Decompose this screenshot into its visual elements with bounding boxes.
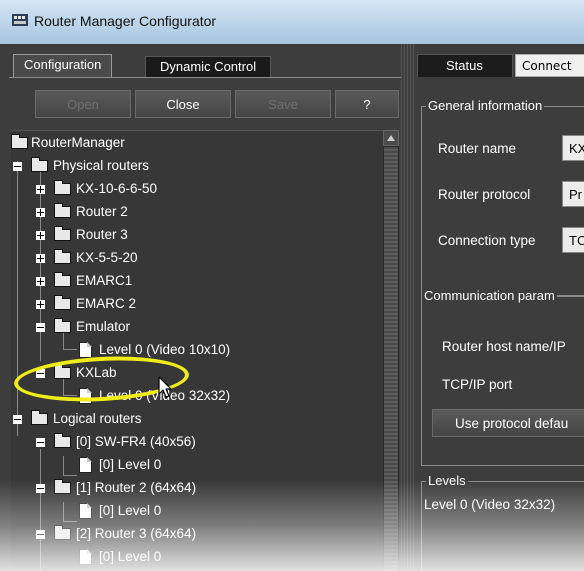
tree-node-level[interactable]: [0] Level 0 — [11, 454, 371, 476]
help-button[interactable]: ? — [335, 90, 399, 118]
configuration-panel: Configuration Dynamic Control Open Close… — [9, 44, 401, 571]
tab-dynamic-control[interactable]: Dynamic Control — [145, 56, 272, 78]
tree-node-logical-routers[interactable]: Logical routers — [11, 408, 371, 430]
levels-group: Levels Level 0 (Video 32x32) — [421, 473, 584, 571]
folder-icon — [11, 134, 28, 149]
tree-node-level[interactable]: Level 0 (Video 10x10) — [11, 339, 371, 361]
folder-icon — [31, 410, 48, 425]
tab-divider — [9, 77, 401, 78]
document-icon — [79, 503, 92, 519]
expand-icon[interactable] — [36, 231, 45, 240]
expand-icon[interactable] — [36, 208, 45, 217]
tree-node-router[interactable]: KX-5-5-20 — [11, 247, 371, 269]
folder-icon — [54, 295, 71, 310]
folder-icon — [54, 272, 71, 287]
collapse-icon[interactable] — [13, 415, 22, 424]
folder-icon — [54, 249, 71, 264]
folder-icon — [54, 180, 71, 195]
connection-type-label: Connection type — [438, 233, 536, 248]
levels-list-item[interactable]: Level 0 (Video 32x32) — [424, 497, 555, 512]
collapse-icon[interactable] — [36, 323, 45, 332]
expand-icon[interactable] — [36, 277, 45, 286]
folder-icon — [54, 433, 71, 448]
tree-scrollbar[interactable] — [383, 130, 399, 571]
close-button[interactable]: Close — [135, 90, 231, 118]
communication-legend: Communication param — [422, 288, 557, 303]
router-name-field[interactable]: KX — [562, 135, 584, 161]
app-window: Router Manager Configurator Configuratio… — [0, 0, 584, 571]
collapse-icon[interactable] — [36, 438, 45, 447]
folder-icon — [54, 525, 71, 540]
folder-icon — [54, 203, 71, 218]
tab-status[interactable]: Status — [417, 54, 513, 77]
router-protocol-select[interactable]: Pr — [562, 181, 584, 207]
router-tree[interactable]: RouterManager Physical routers KX-10-6-6… — [11, 130, 383, 571]
app-icon — [12, 14, 28, 26]
general-information-group: General information Router name KX Route… — [421, 98, 584, 296]
tree-node-router[interactable]: Router 2 — [11, 201, 371, 223]
expand-icon[interactable] — [36, 185, 45, 194]
tree-node-router[interactable]: EMARC1 — [11, 270, 371, 292]
router-host-label: Router host name/IP — [442, 339, 566, 354]
tree-node-router[interactable]: KX-10-6-6-50 — [11, 178, 371, 200]
tree-node-router[interactable]: Router 3 — [11, 224, 371, 246]
use-protocol-defaults-button[interactable]: Use protocol defau — [432, 409, 584, 437]
details-panel: Status Connect General information Route… — [415, 44, 584, 571]
tree-node-emulator[interactable]: Emulator — [11, 316, 371, 338]
tree-node-root[interactable]: RouterManager — [11, 132, 371, 154]
tcp-ip-port-label: TCP/IP port — [442, 377, 513, 392]
document-icon — [79, 549, 92, 565]
collapse-icon[interactable] — [36, 484, 45, 493]
router-name-label: Router name — [438, 141, 517, 156]
connection-type-select[interactable]: TC — [562, 227, 584, 253]
folder-icon — [54, 226, 71, 241]
mouse-cursor-icon — [158, 376, 172, 398]
window-title: Router Manager Configurator — [34, 13, 217, 29]
tree-node-level[interactable]: [0] Level 0 — [11, 546, 371, 568]
expand-icon[interactable] — [36, 300, 45, 309]
tree-node-logical-router[interactable]: [0] SW-FR4 (40x56) — [11, 431, 371, 453]
folder-icon — [31, 157, 48, 172]
document-icon — [79, 457, 92, 473]
panel-splitter[interactable] — [401, 44, 415, 571]
collapse-icon[interactable] — [13, 162, 22, 171]
open-button[interactable]: Open — [35, 90, 131, 118]
tree-node-logical-router[interactable]: [1] Router 2 (64x64) — [11, 477, 371, 499]
collapse-icon[interactable] — [36, 530, 45, 539]
scrollbar-thumb[interactable] — [384, 147, 398, 571]
communication-parameters-group: Communication param Router host name/IP … — [421, 288, 584, 466]
general-information-legend: General information — [426, 98, 545, 113]
scroll-up-icon[interactable] — [383, 130, 399, 146]
title-bar: Router Manager Configurator — [0, 0, 584, 44]
document-icon — [79, 342, 92, 358]
levels-legend: Levels — [426, 473, 468, 488]
tree-node-logical-router[interactable]: [2] Router 3 (64x64) — [11, 523, 371, 545]
folder-icon — [54, 318, 71, 333]
expand-icon[interactable] — [36, 254, 45, 263]
tab-configuration[interactable]: Configuration — [13, 54, 113, 78]
tree-node-level[interactable]: [0] Level 0 — [11, 500, 371, 522]
tab-connect[interactable]: Connect — [515, 54, 584, 77]
folder-icon — [54, 479, 71, 494]
tree-node-router[interactable]: EMARC 2 — [11, 293, 371, 315]
router-protocol-label: Router protocol — [438, 187, 531, 202]
save-button[interactable]: Save — [235, 90, 331, 118]
tree-node-physical-routers[interactable]: Physical routers — [11, 155, 371, 177]
